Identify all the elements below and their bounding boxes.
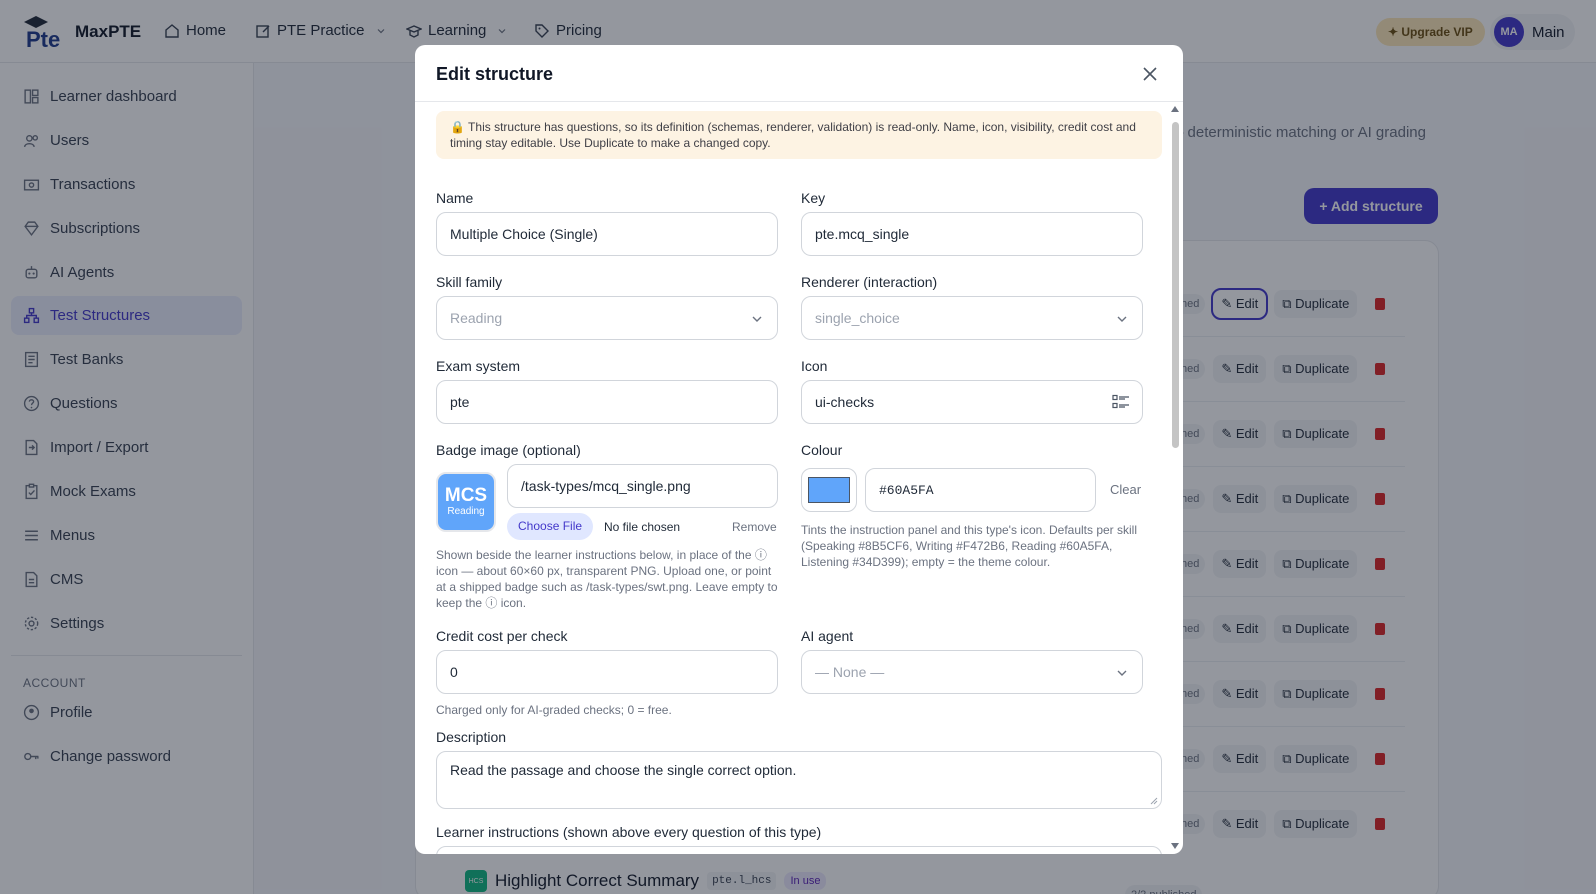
scroll-up-icon[interactable] — [1170, 105, 1180, 113]
dialog-body — [415, 102, 1183, 854]
close-icon — [1143, 67, 1157, 81]
dialog-title: Edit structure — [436, 64, 554, 84]
scrollbar[interactable] — [1168, 102, 1182, 854]
dialog-header: Edit structure — [415, 45, 1183, 102]
close-button[interactable] — [1139, 63, 1161, 85]
scroll-thumb[interactable] — [1172, 122, 1179, 448]
scroll-down-icon[interactable] — [1170, 842, 1180, 850]
edit-structure-dialog: Edit structure — [415, 45, 1183, 854]
